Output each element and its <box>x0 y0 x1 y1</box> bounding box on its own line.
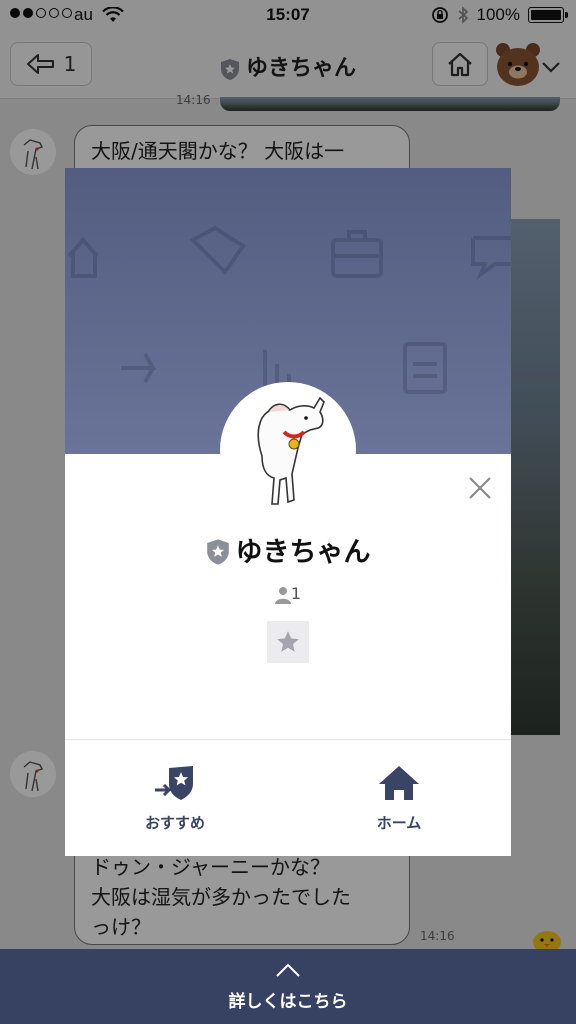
details-link[interactable]: 詳しくはこちら <box>0 987 576 1012</box>
chevron-up-icon <box>276 963 300 977</box>
goat-illustration <box>257 396 325 505</box>
profile-name-text: ゆきちゃん <box>235 537 371 568</box>
person-icon <box>274 586 291 604</box>
home-label: ホーム <box>376 814 422 832</box>
recommend-label: おすすめ <box>144 814 205 832</box>
recommend-button[interactable]: おすすめ <box>85 764 265 833</box>
profile-modal: ゆきちゃん 1 おすすめ ホーム <box>65 168 511 856</box>
favorite-button[interactable] <box>267 621 309 663</box>
home-icon <box>379 766 419 800</box>
member-count: 1 <box>290 584 302 603</box>
official-shield-icon <box>206 538 229 565</box>
member-count-row: 1 <box>65 584 511 604</box>
star-icon <box>277 631 299 652</box>
details-bar[interactable]: 詳しくはこちら <box>0 949 576 1024</box>
profile-avatar[interactable] <box>220 382 356 518</box>
close-icon[interactable] <box>465 473 495 503</box>
home-action-button[interactable]: ホーム <box>309 764 489 833</box>
divider <box>65 739 511 740</box>
profile-name: ゆきちゃん <box>65 530 511 569</box>
recommend-icon <box>155 766 193 800</box>
